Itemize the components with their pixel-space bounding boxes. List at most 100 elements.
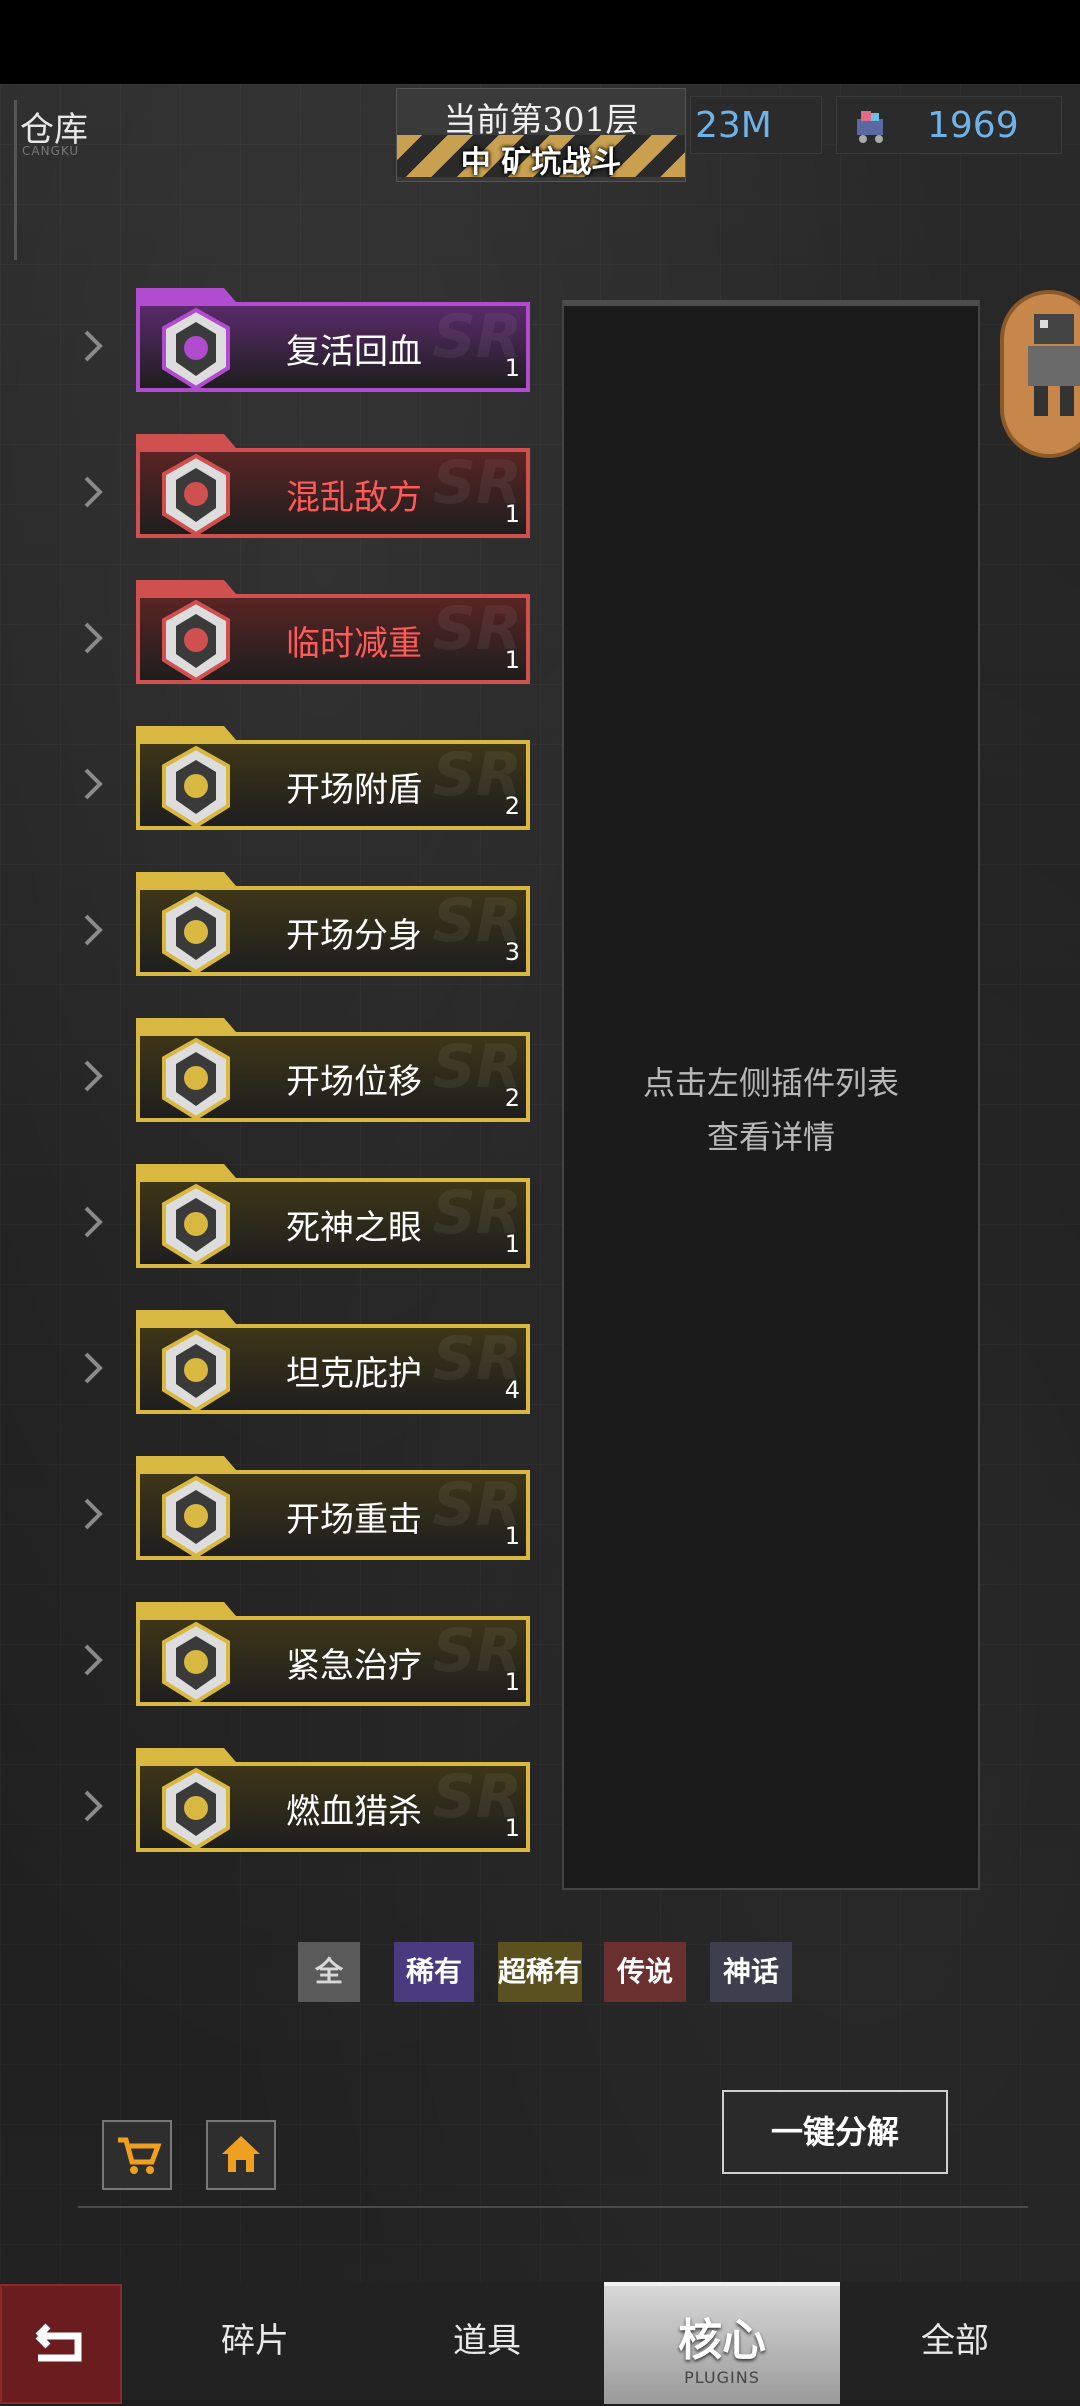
plugin-emblem-icon: [162, 1037, 230, 1121]
item-name: 紧急治疗: [286, 1646, 422, 1686]
plugin-emblem-icon: [162, 891, 230, 975]
page-subtitle: CANGKU: [22, 144, 80, 158]
detail-hint-line1: 点击左侧插件列表: [642, 1064, 899, 1102]
tab-core-label: 核心: [678, 2315, 766, 2366]
tab-items[interactable]: 道具: [392, 2282, 582, 2400]
decompose-all-button[interactable]: 一键分解: [722, 2090, 948, 2174]
chevron-right-icon: [80, 1056, 106, 1096]
chevron-right-icon: [80, 910, 106, 950]
status-bar: [0, 0, 1080, 84]
filter-mythic-label: 神话: [722, 1955, 779, 1988]
plugin-emblem-icon: [162, 307, 230, 391]
plugin-emblem-icon: [162, 745, 230, 829]
detail-hint-line2: 查看详情: [706, 1118, 835, 1156]
plugin-list-item[interactable]: SR 开场位移 2: [136, 1018, 530, 1122]
tab-fragments[interactable]: 碎片: [160, 2282, 350, 2400]
filter-rare-label: 稀有: [405, 1955, 462, 1988]
item-count: 1: [504, 1668, 520, 1696]
item-name: 临时减重: [286, 624, 422, 664]
back-button[interactable]: [0, 2284, 122, 2404]
item-name: 燃血猎杀: [286, 1792, 422, 1832]
home-button[interactable]: [206, 2120, 276, 2190]
filter-legend-label: 传说: [616, 1955, 673, 1988]
decompose-all-label: 一键分解: [770, 2113, 899, 2151]
plugin-list-item[interactable]: SR 坦克庇护 4: [136, 1310, 530, 1414]
tab-core-sublabel: PLUGINS: [684, 2368, 760, 2387]
resource-1: 23M: [690, 96, 822, 154]
floor-indicator: 当前第301层 中 矿坑战斗: [396, 88, 686, 182]
item-count: 1: [504, 1814, 520, 1842]
cart-icon: [118, 2137, 162, 2174]
resource-1-value: 23M: [695, 105, 772, 146]
filter-super-rare[interactable]: 超稀有: [498, 1942, 582, 2002]
plugin-list-item[interactable]: SR 混乱敌方 1: [136, 434, 530, 538]
plugin-emblem-icon: [162, 1767, 230, 1851]
character-avatar-icon: [1028, 314, 1080, 416]
plugin-emblem-icon: [162, 453, 230, 537]
chevron-right-icon: [80, 1786, 106, 1826]
shop-button[interactable]: [102, 2120, 172, 2190]
item-count: 1: [504, 354, 520, 382]
item-count: 1: [504, 1230, 520, 1258]
item-name: 开场附盾: [286, 770, 422, 810]
item-name: 开场重击: [286, 1500, 422, 1540]
floor-number: 当前第301层: [443, 100, 639, 139]
item-name: 死神之眼: [286, 1208, 422, 1248]
back-icon: [35, 2323, 82, 2362]
tab-all-label: 全部: [921, 2321, 989, 2361]
plugin-list-item[interactable]: SR 燃血猎杀 1: [136, 1748, 530, 1852]
plugin-list-item[interactable]: SR 复活回血 1: [136, 288, 530, 392]
plugin-list-item[interactable]: SR 紧急治疗 1: [136, 1602, 530, 1706]
item-count: 2: [504, 1084, 520, 1112]
resource-2-value: 1969: [927, 105, 1019, 146]
chevron-right-icon: [80, 1640, 106, 1680]
chevron-right-icon: [80, 618, 106, 658]
item-count: 1: [504, 500, 520, 528]
item-count: 1: [504, 646, 520, 674]
chevron-right-icon: [80, 1202, 106, 1242]
tab-items-label: 道具: [453, 2321, 521, 2361]
plugin-list-item[interactable]: SR 开场分身 3: [136, 872, 530, 976]
item-name: 复活回血: [286, 332, 422, 372]
home-icon: [222, 2136, 260, 2172]
item-count: 2: [504, 792, 520, 820]
plugin-emblem-icon: [162, 599, 230, 683]
chevron-right-icon: [80, 326, 106, 366]
item-count: 4: [504, 1376, 520, 1404]
plugin-list-item[interactable]: SR 开场附盾 2: [136, 726, 530, 830]
plugin-emblem-icon: [162, 1329, 230, 1413]
gem-cart-icon: [857, 111, 883, 143]
plugin-emblem-icon: [162, 1621, 230, 1705]
detail-hint: 点击左侧插件列表 查看详情: [564, 1056, 978, 1164]
tab-all[interactable]: 全部: [860, 2282, 1050, 2400]
plugin-list-item[interactable]: SR 开场重击 1: [136, 1456, 530, 1560]
filter-all-label: 全: [314, 1955, 343, 1988]
resource-2: 1969: [836, 96, 1062, 154]
character-avatar[interactable]: [1000, 290, 1080, 458]
item-count: 3: [504, 938, 520, 966]
item-name: 开场位移: [286, 1062, 422, 1102]
plugin-list-item[interactable]: SR 临时减重 1: [136, 580, 530, 684]
filter-super-rare-label: 超稀有: [498, 1955, 583, 1988]
filter-all[interactable]: 全: [298, 1942, 360, 2002]
chevron-right-icon: [80, 1348, 106, 1388]
plugin-emblem-icon: [162, 1475, 230, 1559]
item-name: 坦克庇护: [286, 1354, 422, 1394]
filter-legend[interactable]: 传说: [604, 1942, 686, 2002]
item-name: 混乱敌方: [286, 478, 422, 518]
plugin-emblem-icon: [162, 1183, 230, 1267]
filter-rare[interactable]: 稀有: [394, 1942, 474, 2002]
tab-fragments-label: 碎片: [221, 2321, 289, 2361]
item-count: 1: [504, 1522, 520, 1550]
item-name: 开场分身: [286, 916, 422, 956]
bottom-divider: [78, 2206, 1028, 2208]
chevron-right-icon: [80, 764, 106, 804]
filter-mythic[interactable]: 神话: [710, 1942, 792, 2002]
floor-mode-banner: 中 矿坑战斗: [397, 135, 685, 180]
chevron-right-icon: [80, 472, 106, 512]
chevron-right-icon: [80, 1494, 106, 1534]
header-edge: [0, 100, 17, 260]
detail-panel: 点击左侧插件列表 查看详情: [562, 300, 980, 1890]
tab-core[interactable]: 核心 PLUGINS: [604, 2282, 840, 2404]
plugin-list-item[interactable]: SR 死神之眼 1: [136, 1164, 530, 1268]
